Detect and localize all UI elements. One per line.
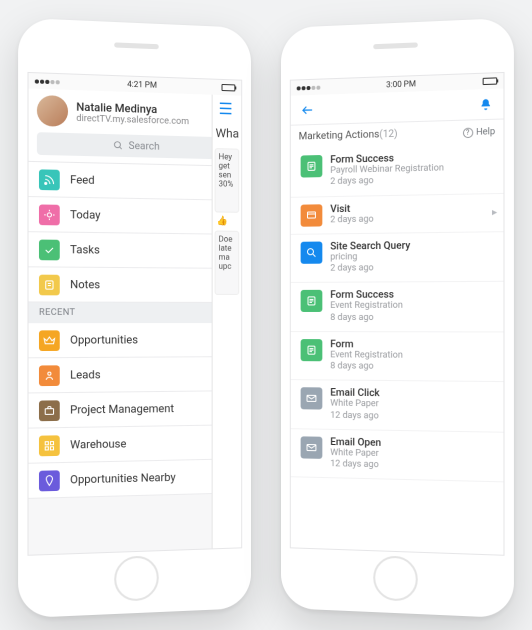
marketing-action-item[interactable]: Site Search Querypricing2 days ago	[291, 232, 504, 283]
nav-item-label: Tasks	[70, 243, 100, 257]
ma-title: Form	[330, 339, 403, 350]
ma-date: 12 days ago	[330, 459, 381, 472]
help-label: Help	[476, 126, 495, 137]
nav-list: Feed Today Tasks Notes RECENT Opportunities Le…	[29, 162, 212, 555]
sun-icon	[39, 204, 60, 225]
phone-right: 3:00 PM Marketing Actions(12) ? Help	[281, 18, 514, 619]
nav-item-label: Today	[70, 208, 100, 222]
marketing-action-item[interactable]: Visit2 days ago ▸	[291, 193, 504, 234]
peek-card: Hey get sen 30%	[215, 148, 240, 213]
status-time: 3:00 PM	[386, 79, 416, 89]
nav-item[interactable]: Notes	[29, 267, 212, 303]
visit-icon	[301, 204, 323, 226]
briefcase-icon	[39, 400, 60, 421]
form-icon	[301, 290, 323, 312]
recent-section-label: RECENT	[29, 302, 212, 323]
nav-item[interactable]: Today	[29, 197, 212, 234]
ma-title: Email Click	[330, 388, 379, 400]
recent-item[interactable]: Opportunities	[29, 323, 212, 358]
crown-icon	[39, 330, 60, 351]
notification-bell-icon[interactable]	[478, 97, 493, 112]
screen-left: 4:21 PM Natalie Medinya directTV.my.sale…	[27, 72, 242, 556]
ma-date: 2 days ago	[330, 263, 410, 275]
ma-date: 8 days ago	[330, 361, 403, 373]
recent-item-label: Project Management	[70, 402, 174, 417]
recent-item-label: Opportunities Nearby	[70, 471, 176, 487]
ma-title: Email Open	[330, 437, 381, 449]
ma-subtitle: White Paper	[330, 399, 379, 411]
hamburger-icon[interactable]: ☰	[213, 95, 242, 123]
ma-title: Form Success	[330, 290, 403, 301]
pin-icon	[39, 470, 60, 491]
screen-right: 3:00 PM Marketing Actions(12) ? Help	[290, 72, 505, 556]
recent-item[interactable]: Warehouse	[29, 426, 212, 464]
nav-item-label: Notes	[70, 278, 100, 291]
status-right	[222, 84, 236, 92]
search-icon	[113, 140, 123, 150]
search-icon	[301, 241, 323, 263]
search-input[interactable]: Search	[37, 132, 233, 159]
signal-dots-icon	[297, 83, 322, 93]
section-title: Marketing Actions	[299, 129, 380, 142]
status-time: 4:21 PM	[127, 80, 157, 90]
back-button[interactable]	[301, 102, 315, 116]
ma-date: 2 days ago	[330, 214, 373, 226]
section-count: (12)	[379, 129, 397, 141]
help-link[interactable]: ? Help	[462, 126, 495, 137]
ma-subtitle: pricing	[330, 251, 410, 263]
form-icon	[301, 339, 323, 361]
ma-subtitle: Event Registration	[330, 350, 403, 362]
form-icon	[301, 155, 323, 178]
peek-card: Doe late ma upc	[215, 231, 240, 295]
ma-title: Site Search Query	[330, 240, 410, 252]
marketing-action-item[interactable]: Email OpenWhite Paper12 days ago	[291, 429, 504, 483]
recent-item-label: Leads	[70, 368, 100, 382]
check-icon	[39, 239, 60, 260]
search-placeholder: Search	[129, 140, 160, 152]
ma-subtitle: Event Registration	[330, 301, 403, 313]
recent-item[interactable]: Leads	[29, 357, 212, 393]
marketing-action-item[interactable]: Form SuccessEvent Registration8 days ago	[291, 282, 504, 332]
recent-item[interactable]: Opportunities Nearby	[29, 460, 212, 499]
nav-item[interactable]: Feed	[29, 162, 212, 200]
recent-item-label: Opportunities	[70, 333, 138, 347]
marketing-action-item[interactable]: Email ClickWhite Paper12 days ago	[291, 380, 504, 432]
background-feed-peek: ☰ Wha Hey get sen 30% 👍 Doe late ma upc	[212, 95, 242, 549]
nav-item[interactable]: Tasks	[29, 232, 212, 269]
recent-item-label: Warehouse	[70, 437, 126, 451]
marketing-action-item[interactable]: FormEvent Registration8 days ago	[291, 332, 504, 383]
ma-date: 12 days ago	[330, 410, 379, 422]
lead-icon	[39, 365, 60, 386]
avatar[interactable]	[37, 95, 68, 127]
ma-date: 2 days ago	[330, 175, 444, 189]
chevron-right-icon: ▸	[492, 207, 497, 218]
mail-icon	[301, 436, 323, 459]
recent-item[interactable]: Project Management	[29, 391, 212, 428]
profile-header: Natalie Medinya directTV.my.salesforce.c…	[29, 89, 242, 167]
battery-icon	[222, 84, 236, 92]
signal-dots-icon	[35, 76, 61, 86]
marketing-actions-list: Form SuccessPayroll Webinar Registration…	[291, 143, 504, 554]
mail-icon	[301, 387, 323, 409]
ma-date: 8 days ago	[330, 312, 403, 323]
phone-left: 4:21 PM Natalie Medinya directTV.my.sale…	[18, 18, 251, 619]
note-icon	[39, 274, 60, 295]
marketing-action-item[interactable]: Form SuccessPayroll Webinar Registration…	[291, 143, 504, 197]
help-icon: ?	[462, 127, 472, 138]
nav-item-label: Feed	[70, 173, 95, 187]
battery-icon	[483, 77, 498, 85]
user-org: directTV.my.salesforce.com	[76, 113, 189, 127]
rss-icon	[39, 169, 60, 190]
grid-icon	[39, 435, 60, 456]
peek-heading: Wha	[213, 122, 242, 145]
ma-title: Visit	[330, 203, 373, 215]
like-icon: 👍	[213, 217, 242, 227]
